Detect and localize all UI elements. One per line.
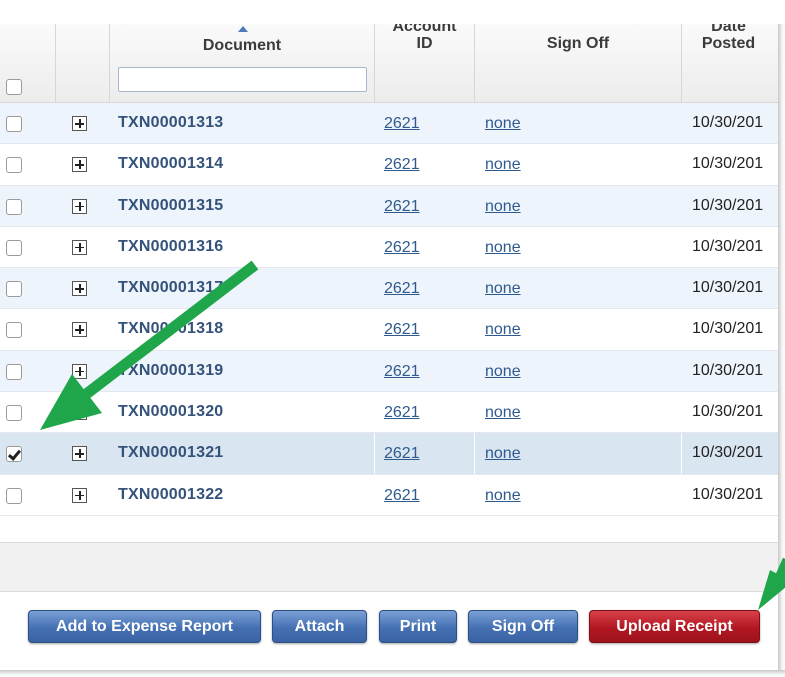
account-id-link[interactable]: 2621 [384, 363, 420, 381]
grid-footer-bar [0, 542, 778, 592]
expand-plus-icon[interactable] [72, 281, 87, 297]
table-row[interactable]: TXN00001313 2621 none 10/30/201 [0, 103, 778, 145]
expand-plus-icon[interactable] [72, 322, 87, 338]
row-select-checkbox[interactable] [6, 198, 22, 215]
table-row[interactable]: TXN00001315 2621 none 10/30/201 [0, 185, 778, 227]
document-number: TXN00001317 [118, 279, 224, 297]
column-title-date-posted[interactable]: Date Posted [682, 24, 775, 52]
row-select-checkbox[interactable] [6, 405, 22, 422]
document-number: TXN00001316 [118, 237, 224, 255]
row-select-checkbox[interactable] [6, 363, 22, 380]
account-id-link[interactable]: 2621 [384, 445, 420, 463]
sign-off-link[interactable]: none [485, 156, 521, 174]
document-number: TXN00001314 [118, 155, 224, 173]
select-all-checkbox[interactable] [6, 79, 22, 95]
table-row[interactable]: TXN00001316 2621 none 10/30/201 [0, 227, 778, 269]
sign-off-link[interactable]: none [485, 404, 521, 422]
print-button[interactable]: Print [379, 610, 457, 643]
date-posted: 10/30/201 [692, 361, 764, 379]
header-sign-off-column[interactable]: Sign Off [475, 24, 682, 103]
document-number: TXN00001319 [118, 361, 224, 379]
expand-plus-icon[interactable] [72, 198, 87, 214]
document-number: TXN00001318 [118, 320, 224, 338]
grid-header: Document Account ID Sign Off Date Posted [0, 24, 778, 103]
sign-off-link[interactable]: none [485, 280, 521, 298]
account-id-link[interactable]: 2621 [384, 115, 420, 133]
panel-shadow-bottom [0, 670, 785, 677]
table-row[interactable]: TXN00001322 2621 none 10/30/201 [0, 475, 778, 516]
expand-plus-icon[interactable] [72, 239, 87, 255]
row-select-checkbox[interactable] [6, 239, 22, 256]
account-id-link[interactable]: 2621 [384, 404, 420, 422]
document-filter-input[interactable] [118, 67, 367, 92]
expand-plus-icon[interactable] [72, 487, 87, 503]
sign-off-link[interactable]: none [485, 445, 521, 463]
column-title-document[interactable]: Document [110, 37, 374, 54]
sort-ascending-icon [238, 26, 248, 32]
column-title-sign-off[interactable]: Sign Off [475, 35, 681, 52]
header-date-posted-column[interactable]: Date Posted [682, 24, 778, 103]
date-posted: 10/30/201 [692, 155, 764, 173]
row-select-checkbox[interactable] [6, 157, 22, 174]
header-document-column[interactable]: Document [110, 24, 375, 103]
date-posted: 10/30/201 [692, 444, 764, 462]
expand-plus-icon[interactable] [72, 405, 87, 421]
row-select-checkbox[interactable] [6, 487, 22, 504]
table-row[interactable]: TXN00001319 2621 none 10/30/201 [0, 350, 778, 393]
upload-receipt-button[interactable]: Upload Receipt [589, 610, 760, 643]
sign-off-link[interactable]: none [485, 115, 521, 133]
document-number: TXN00001322 [118, 485, 224, 503]
account-id-link[interactable]: 2621 [384, 156, 420, 174]
row-select-checkbox[interactable] [6, 281, 22, 298]
account-id-link[interactable]: 2621 [384, 487, 420, 505]
attach-button[interactable]: Attach [272, 610, 367, 643]
account-id-link[interactable]: 2621 [384, 198, 420, 216]
row-select-checkbox[interactable] [6, 116, 22, 132]
header-expand-column [56, 24, 110, 103]
date-posted: 10/30/201 [692, 320, 764, 338]
account-id-link[interactable]: 2621 [384, 239, 420, 257]
account-id-link[interactable]: 2621 [384, 321, 420, 339]
date-posted: 10/30/201 [692, 196, 764, 214]
header-select-column [0, 24, 56, 103]
expand-plus-icon[interactable] [72, 157, 87, 173]
table-row-selected[interactable]: TXN00001321 2621 none 10/30/201 [0, 433, 778, 475]
header-account-id-column[interactable]: Account ID [375, 24, 475, 103]
add-to-expense-report-button[interactable]: Add to Expense Report [28, 610, 261, 643]
table-row[interactable]: TXN00001320 2621 none 10/30/201 [0, 392, 778, 434]
account-id-link[interactable]: 2621 [384, 280, 420, 298]
date-posted: 10/30/201 [692, 279, 764, 297]
sign-off-link[interactable]: none [485, 363, 521, 381]
expand-plus-icon[interactable] [72, 446, 87, 462]
sign-off-link[interactable]: none [485, 239, 521, 257]
document-number: TXN00001315 [118, 196, 224, 214]
date-posted: 10/30/201 [692, 403, 764, 421]
transactions-grid-panel: Document Account ID Sign Off Date Posted… [0, 24, 778, 670]
sign-off-button[interactable]: Sign Off [468, 610, 578, 643]
sign-off-link[interactable]: none [485, 321, 521, 339]
column-title-account-id[interactable]: Account ID [375, 24, 474, 52]
expand-plus-icon[interactable] [72, 363, 87, 379]
sign-off-link[interactable]: none [485, 487, 521, 505]
document-number: TXN00001321 [118, 444, 224, 462]
document-number: TXN00001313 [118, 114, 224, 131]
panel-shadow-right [778, 24, 785, 677]
sign-off-link[interactable]: none [485, 198, 521, 216]
table-row[interactable]: TXN00001317 2621 none 10/30/201 [0, 268, 778, 310]
transaction-rows: TXN00001313 2621 none 10/30/201 TXN00001… [0, 103, 778, 516]
table-row[interactable]: TXN00001318 2621 none 10/30/201 [0, 309, 778, 351]
document-number: TXN00001320 [118, 403, 224, 421]
date-posted: 10/30/201 [692, 114, 764, 131]
date-posted: 10/30/201 [692, 237, 764, 255]
row-select-checkbox-checked[interactable] [6, 446, 22, 463]
table-row[interactable]: TXN00001314 2621 none 10/30/201 [0, 144, 778, 186]
expand-plus-icon[interactable] [72, 116, 87, 131]
row-select-checkbox[interactable] [6, 322, 22, 339]
date-posted: 10/30/201 [692, 485, 764, 503]
